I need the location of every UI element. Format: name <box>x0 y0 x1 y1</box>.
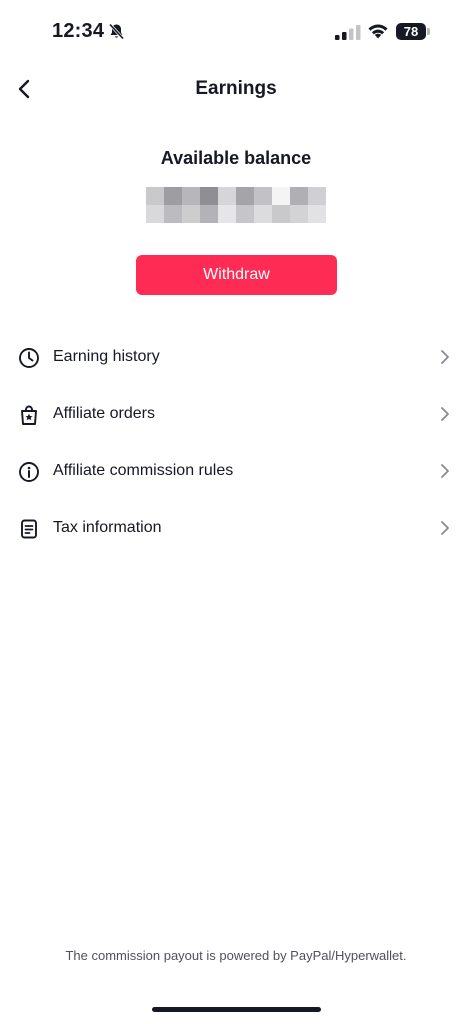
battery-level: 78 <box>396 23 426 40</box>
battery-icon: 78 <box>396 23 430 40</box>
menu-list: Earning history Affiliate orders Affilia… <box>0 330 472 558</box>
clock-icon <box>19 348 39 368</box>
balance-label: Available balance <box>160 148 312 168</box>
battery-cap <box>427 28 430 35</box>
menu-item-tax-information[interactable]: Tax information <box>0 501 472 558</box>
home-indicator[interactable] <box>152 1007 321 1012</box>
page-title: Earnings <box>195 78 277 99</box>
menu-item-affiliate-orders[interactable]: Affiliate orders <box>0 387 472 444</box>
menu-label: Earning history <box>53 348 160 365</box>
chevron-right-icon <box>441 521 449 535</box>
status-time: 12:34 <box>52 20 105 42</box>
signal-icon <box>335 25 361 40</box>
nav-header: Earnings <box>0 64 472 114</box>
menu-item-affiliate-commission-rules[interactable]: Affiliate commission rules <box>0 444 472 501</box>
withdraw-button[interactable]: Withdraw <box>136 255 337 295</box>
menu-label: Affiliate orders <box>53 405 155 422</box>
menu-label: Affiliate commission rules <box>53 462 234 479</box>
shopping-bag-star-icon <box>21 405 37 425</box>
chevron-right-icon <box>441 407 449 421</box>
status-bar: 12:34 78 <box>0 0 472 64</box>
chevron-right-icon <box>441 464 449 478</box>
bell-slash-icon <box>108 23 125 40</box>
document-icon <box>21 519 37 539</box>
chevron-right-icon <box>441 350 449 364</box>
footer-note: The commission payout is powered by PayP… <box>65 948 407 963</box>
menu-label: Tax information <box>53 519 162 536</box>
info-icon <box>19 462 39 482</box>
wifi-icon <box>368 24 388 39</box>
menu-item-earning-history[interactable]: Earning history <box>0 330 472 387</box>
balance-value-redacted <box>146 187 326 227</box>
